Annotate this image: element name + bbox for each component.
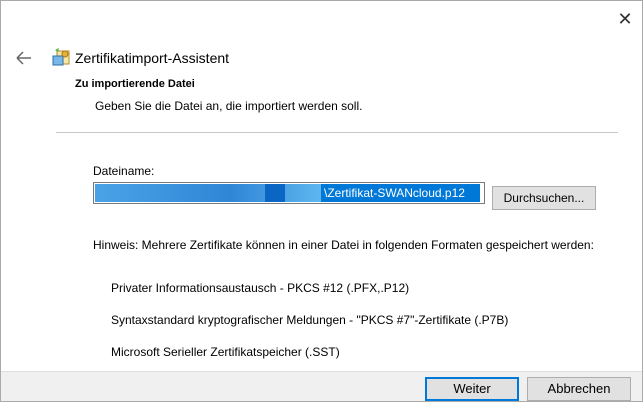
next-button[interactable]: Weiter	[425, 377, 519, 401]
filename-label: Dateiname:	[93, 164, 155, 178]
certificate-wizard-icon	[51, 47, 71, 67]
footer-bar: Weiter Abbrechen	[1, 371, 642, 401]
browse-button[interactable]: Durchsuchen...	[492, 186, 596, 210]
cancel-button[interactable]: Abbrechen	[527, 377, 631, 401]
section-heading: Zu importierende Datei	[75, 78, 195, 90]
wizard-title: Zertifikatimport-Assistent	[75, 50, 230, 66]
format-sst: Microsoft Serieller Zertifikatspeicher (…	[111, 345, 340, 359]
close-icon[interactable]: ✕	[614, 8, 636, 30]
filename-selected-text: \Zertifikat-SWANcloud.p12	[321, 184, 480, 202]
separator	[56, 132, 618, 133]
format-pfx-p12: Privater Informationsaustausch - PKCS #1…	[111, 281, 410, 295]
redacted-path	[95, 184, 321, 202]
format-p7b: Syntaxstandard kryptografischer Meldunge…	[111, 313, 509, 327]
back-arrow-svg	[16, 51, 31, 65]
wizard-window: ✕ Zertifikatimport-Assistent Zu importie…	[0, 0, 643, 402]
back-arrow-icon[interactable]	[15, 49, 35, 69]
filename-input[interactable]: \Zertifikat-SWANcloud.p12	[93, 182, 485, 204]
certificate-wizard-svg	[52, 48, 70, 66]
section-subheading: Geben Sie die Datei an, die importiert w…	[95, 99, 363, 113]
hint-text: Hinweis: Mehrere Zertifikate können in e…	[93, 238, 594, 252]
redacted-path-block	[265, 184, 285, 202]
